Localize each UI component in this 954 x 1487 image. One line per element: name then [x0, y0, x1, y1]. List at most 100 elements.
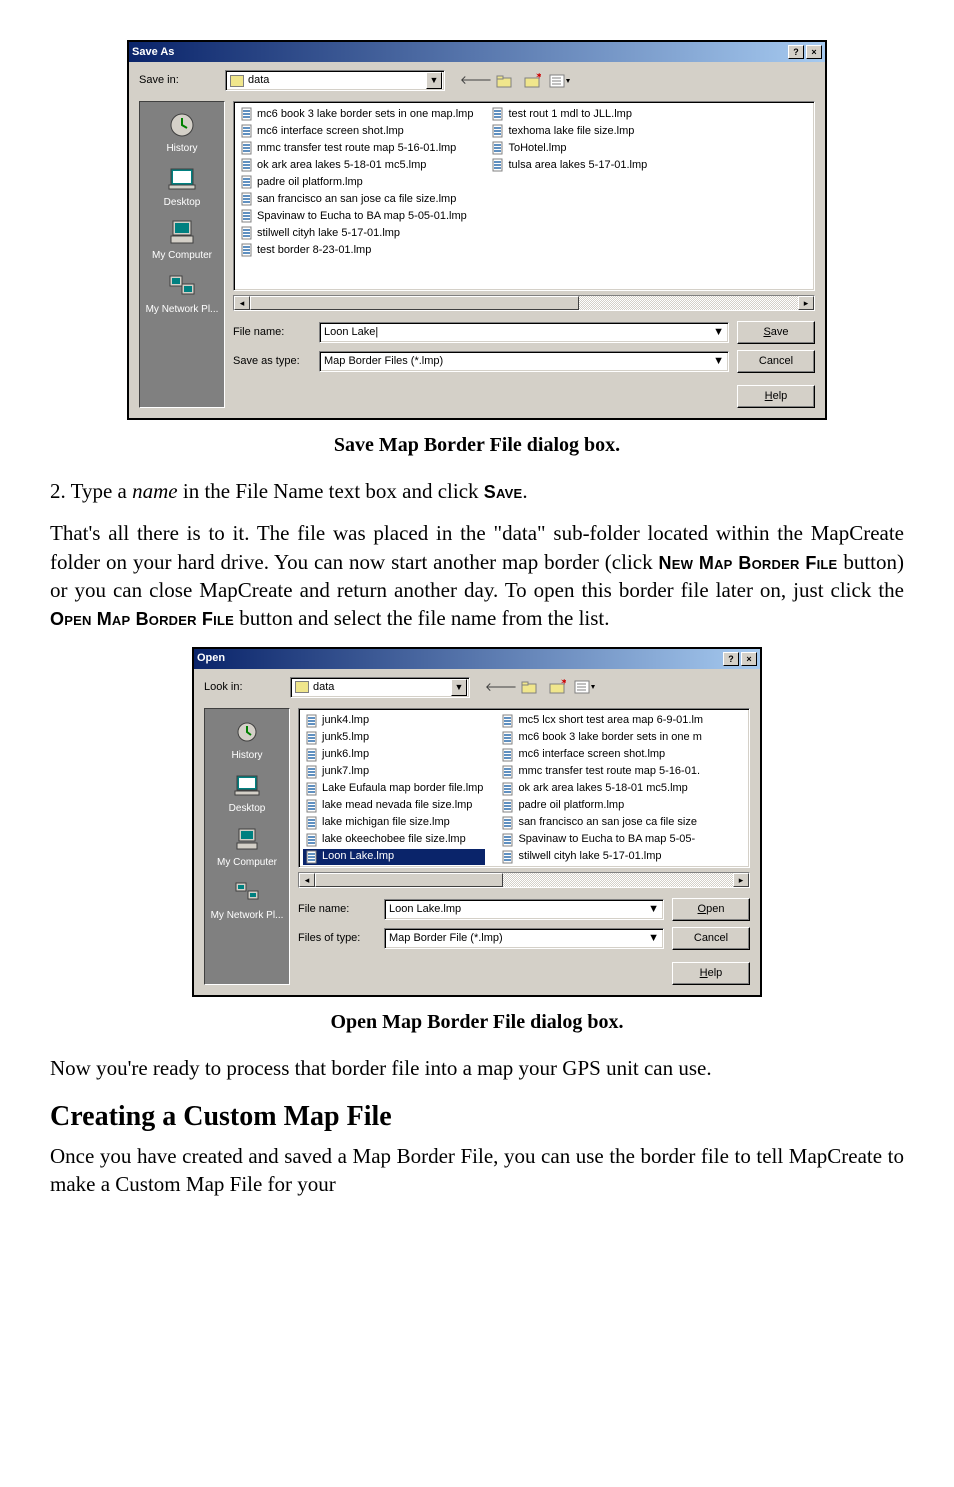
places-desktop[interactable]: Desktop — [205, 768, 289, 820]
list-item[interactable]: mc6 interface screen shot.lmp — [238, 123, 475, 139]
filename-label: File name: — [298, 902, 376, 917]
saveastype-combo[interactable]: Map Border Files (*.lmp) ▼ — [319, 351, 729, 372]
svg-text:✶: ✶ — [535, 73, 541, 82]
up-folder-icon[interactable] — [493, 71, 515, 91]
list-item[interactable]: junk4.lmp — [303, 713, 485, 729]
file-icon — [305, 850, 319, 864]
chevron-down-icon[interactable]: ▼ — [426, 72, 442, 89]
new-folder-icon[interactable]: ✶ — [546, 677, 568, 697]
chevron-down-icon[interactable]: ▼ — [713, 354, 724, 369]
list-item[interactable]: mc6 book 3 lake border sets in one m — [499, 730, 705, 746]
chevron-down-icon[interactable]: ▼ — [451, 679, 467, 696]
list-item[interactable]: lake mead nevada file size.lmp — [303, 798, 485, 814]
cancel-button[interactable]: Cancel — [737, 350, 815, 373]
list-item[interactable]: mmc transfer test route map 5-16-01. — [499, 764, 705, 780]
help-icon[interactable]: ? — [723, 652, 739, 666]
places-history[interactable]: History — [140, 108, 224, 160]
list-item[interactable]: junk6.lmp — [303, 747, 485, 763]
titlebar: Open ? × — [194, 649, 760, 669]
help-icon[interactable]: ? — [788, 45, 804, 59]
file-icon — [501, 782, 515, 796]
places-desktop[interactable]: Desktop — [140, 162, 224, 214]
up-folder-icon[interactable] — [518, 677, 540, 697]
list-item[interactable]: san francisco an san jose ca file size.l… — [238, 191, 475, 207]
filename-input[interactable]: Loon Lake.lmp ▼ — [384, 899, 664, 920]
horizontal-scrollbar[interactable]: ◂ ▸ — [298, 872, 750, 888]
network-icon — [166, 271, 198, 301]
file-list[interactable]: junk4.lmpjunk5.lmpjunk6.lmpjunk7.lmpLake… — [298, 708, 750, 868]
chevron-down-icon[interactable]: ▼ — [713, 325, 724, 340]
list-item[interactable]: Lake Eufaula map border file.lmp — [303, 781, 485, 797]
list-item[interactable]: stilwell cityh lake 5-17-01.lmp — [499, 849, 705, 865]
file-icon — [501, 850, 515, 864]
places-history[interactable]: History — [205, 715, 289, 767]
back-icon[interactable]: 🡐 — [490, 677, 512, 697]
list-item[interactable]: tulsa area lakes 5-17-01.lmp — [489, 157, 649, 173]
places-network[interactable]: My Network Pl... — [140, 269, 224, 321]
list-item[interactable]: mc6 book 3 lake border sets in one map.l… — [238, 106, 475, 122]
close-icon[interactable]: × — [741, 652, 757, 666]
scroll-right-icon[interactable]: ▸ — [798, 296, 814, 310]
computer-icon — [166, 217, 198, 247]
cancel-button[interactable]: Cancel — [672, 927, 750, 950]
list-item[interactable]: padre oil platform.lmp — [499, 798, 705, 814]
back-icon[interactable]: 🡐 — [465, 71, 487, 91]
view-menu-icon[interactable] — [574, 677, 596, 697]
places-mycomputer[interactable]: My Computer — [140, 215, 224, 267]
places-network[interactable]: My Network Pl... — [205, 875, 289, 927]
titlebar: Save As ? × — [129, 42, 825, 62]
list-item[interactable]: ok ark area lakes 5-18-01 mc5.lmp — [238, 157, 475, 173]
help-button[interactable]: Help — [737, 385, 815, 408]
file-icon — [501, 833, 515, 847]
list-item[interactable]: junk7.lmp — [303, 764, 485, 780]
scroll-left-icon[interactable]: ◂ — [234, 296, 250, 310]
save-button[interactable]: Save — [737, 321, 815, 344]
list-item[interactable]: texhoma lake file size.lmp — [489, 123, 649, 139]
list-item[interactable]: padre oil platform.lmp — [238, 174, 475, 190]
close-icon[interactable]: × — [806, 45, 822, 59]
list-item[interactable]: ToHotel.lmp — [489, 140, 649, 156]
list-item[interactable]: lake okeechobee file size.lmp — [303, 832, 485, 848]
list-item[interactable]: mc6 interface screen shot.lmp — [499, 747, 705, 763]
file-icon — [501, 748, 515, 762]
chevron-down-icon[interactable]: ▼ — [648, 902, 659, 917]
list-item[interactable]: Loon Lake.lmp — [303, 849, 485, 865]
new-folder-icon[interactable]: ✶ — [521, 71, 543, 91]
chevron-down-icon[interactable]: ▼ — [648, 931, 659, 946]
filename-input[interactable]: Loon Lake ▼ — [319, 322, 729, 343]
horizontal-scrollbar[interactable]: ◂ ▸ — [233, 295, 815, 311]
help-button[interactable]: Help — [672, 962, 750, 985]
list-item[interactable]: ok ark area lakes 5-18-01 mc5.lmp — [499, 781, 705, 797]
list-item[interactable]: lake michigan file size.lmp — [303, 815, 485, 831]
list-item[interactable]: junk5.lmp — [303, 730, 485, 746]
list-item[interactable]: mmc transfer test route map 5-16-01.lmp — [238, 140, 475, 156]
file-list[interactable]: mc6 book 3 lake border sets in one map.l… — [233, 101, 815, 291]
scroll-right-icon[interactable]: ▸ — [733, 873, 749, 887]
list-item[interactable]: Spavinaw to Eucha to BA map 5-05-01.lmp — [238, 208, 475, 224]
open-button[interactable]: Open — [672, 898, 750, 921]
scroll-left-icon[interactable]: ◂ — [299, 873, 315, 887]
save-in-combo[interactable]: data ▼ — [225, 70, 445, 91]
step-2: 2. Type a name in the File Name text box… — [50, 477, 904, 505]
file-icon — [501, 799, 515, 813]
filesoftype-label: Files of type: — [298, 931, 376, 946]
body-paragraph: That's all there is to it. The file was … — [50, 519, 904, 632]
list-item[interactable]: test border 8-23-01.lmp — [238, 242, 475, 258]
list-item[interactable]: san francisco an san jose ca file size — [499, 815, 705, 831]
folder-icon — [230, 75, 244, 87]
list-item[interactable]: Spavinaw to Eucha to BA map 5-05- — [499, 832, 705, 848]
look-in-combo[interactable]: data ▼ — [290, 677, 470, 698]
dialog-title: Open — [197, 651, 225, 666]
file-icon — [240, 243, 254, 257]
filesoftype-combo[interactable]: Map Border File (*.lmp) ▼ — [384, 928, 664, 949]
scroll-thumb[interactable] — [250, 296, 579, 310]
scroll-thumb[interactable] — [315, 873, 503, 887]
view-menu-icon[interactable] — [549, 71, 571, 91]
look-in-value: data — [313, 680, 334, 695]
list-item[interactable]: test rout 1 mdl to JLL.lmp — [489, 106, 649, 122]
list-item[interactable]: stilwell cityh lake 5-17-01.lmp — [238, 225, 475, 241]
list-item[interactable]: mc5 lcx short test area map 6-9-01.lm — [499, 713, 705, 729]
saveastype-label: Save as type: — [233, 354, 311, 369]
places-mycomputer[interactable]: My Computer — [205, 822, 289, 874]
figure-caption: Open Map Border File dialog box. — [50, 1009, 904, 1036]
